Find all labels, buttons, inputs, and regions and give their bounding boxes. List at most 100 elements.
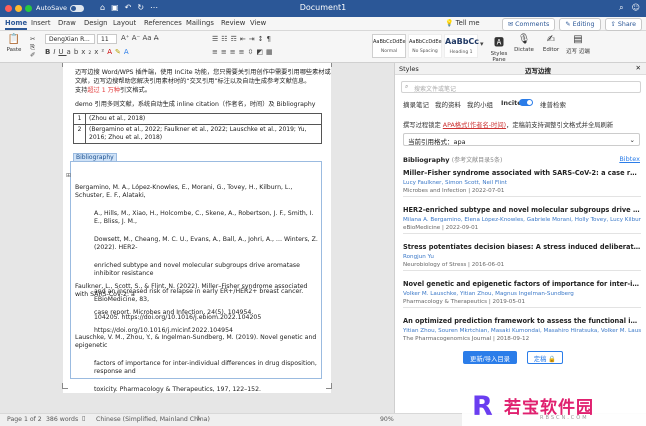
change-case-icon[interactable]: Aa [142,34,151,42]
reference-card[interactable]: Stress potentiates decision biases: A st… [403,243,641,271]
style-heading-1[interactable]: AaBbCc Heading 1 [444,34,479,58]
shading-icon[interactable]: ◩ [256,48,266,56]
dictate-button[interactable]: 🎙 Dictate [512,34,536,53]
shrink-font-icon[interactable]: A⁻ [132,34,140,42]
editing-button[interactable]: ✎ Editing [559,18,601,31]
highlight-icon[interactable]: ✎ [115,48,124,56]
tab-references[interactable]: References [144,19,182,27]
format-painter-icon[interactable]: ✐ [30,51,35,59]
grow-font-icon[interactable]: A⁺ [121,34,129,42]
text-effects-icon[interactable]: A [124,48,132,56]
weipu-search[interactable]: 维普检索 [540,99,566,109]
zoom-level[interactable]: 90% [380,416,394,423]
paste-button[interactable]: 📋 Paste [2,34,26,53]
logo-mark: R [472,391,493,422]
incite-toggle[interactable] [519,99,533,107]
ribbon: 📋 Paste ✂ ⎘ ✐ DengXian R... 11 A⁺ A⁻ Aa … [0,31,646,63]
styles-pane-button[interactable]: 🅰 Styles Pane [487,34,511,63]
underline-icon[interactable]: U [58,48,66,56]
finalize-button[interactable]: 定稿 🔒 [527,351,563,364]
update-import-button[interactable]: 更新/导入目录 [463,351,517,364]
decrease-indent-icon[interactable]: ⇤ [240,35,249,43]
tab-insert[interactable]: Insert [31,19,51,27]
cut-icon[interactable]: ✂ [30,35,35,43]
comments-button[interactable]: ✉ Comments [501,18,556,31]
multilevel-list-icon[interactable]: ☶ [231,35,240,43]
account-icon[interactable]: ☺ [632,3,640,13]
reference-card[interactable]: HER2-enriched subtype and novel molecula… [403,206,641,234]
bib-count: (参考文献目录5条) [451,157,503,164]
bullets-icon[interactable]: ☰ [212,35,221,43]
ribbon-tabs: Home Insert Draw Design Layout Reference… [0,17,646,31]
justify-icon[interactable]: ≡ [239,48,248,56]
panel-title: 迈写边搜 [525,67,551,75]
editor-button[interactable]: ✍ Editor [539,34,563,53]
tell-me-search[interactable]: 💡 Tell me [445,19,480,27]
bibliography-entry: Faulkner, L., Scott, S., & Flint, N. (20… [75,283,320,335]
tab-design[interactable]: Design [84,19,107,27]
inline-citation[interactable]: (Bergamino et al., 2022; Faulkner et al.… [85,124,322,144]
page-count[interactable]: Page 1 of 2 [7,416,42,423]
source-my-group[interactable]: 我的小组 [467,99,493,109]
editor-label: Editor [542,47,560,53]
bibtex-link[interactable]: Bibtex [619,155,640,163]
inline-citation[interactable]: (Zhou et al., 2018) [85,113,322,125]
show-marks-icon[interactable]: ¶ [266,35,273,43]
font-size-select[interactable]: 11 [97,34,117,44]
style-no-spacing[interactable]: AaBbCcDdEe No Spacing [408,34,442,58]
intro-paragraph-line3: 支持超过 1 万种引文格式。 [75,87,151,95]
maixie-addin-button[interactable]: ▤ 迈写 迈端 [566,34,590,55]
language-status[interactable]: Chinese (Simplified, Mainland China) [96,416,210,423]
citation-style-select[interactable]: 当前引用格式：apa ⌄ [403,133,640,146]
copy-icon[interactable]: ⎘ [30,43,35,51]
tell-me-label: Tell me [455,19,480,27]
tab-home[interactable]: Home [5,19,28,30]
reference-card[interactable]: An optimized prediction framework to ass… [403,317,641,344]
numbering-icon[interactable]: ☷ [221,35,230,43]
paragraph-buttons-row2: ≡≡≡≡⇳◩▦ [212,48,276,56]
search-icon[interactable]: ⌕ [619,3,623,13]
style-label: 当前引用格式： [408,138,454,146]
field-handle-icon[interactable]: ⊞ [66,172,71,179]
card-journal: Neurobiology of Stress | 2016-06-01 [403,262,505,268]
styles-gallery-more[interactable]: ▾ [480,40,484,48]
font-color-icon[interactable]: A [107,48,115,56]
reference-card[interactable]: Miller–Fisher syndrome associated with S… [403,169,641,197]
word-count[interactable]: 386 words [46,416,78,423]
source-notes[interactable]: 摘录笔记 [403,99,429,109]
tab-layout[interactable]: Layout [113,19,136,27]
tab-draw[interactable]: Draw [58,19,76,27]
align-center-icon[interactable]: ≡ [221,48,230,56]
source-my-materials[interactable]: 我的资料 [435,99,461,109]
align-left-icon[interactable]: ≡ [212,48,221,56]
search-input[interactable]: ⌕ 搜索文件或笔记 [401,81,641,93]
card-authors: Lucy Faulkner, Simon Scott, Neil Flint [403,180,507,186]
tab-view[interactable]: View [250,19,266,27]
format-link[interactable]: APA格式(作者名-时间) [443,122,506,129]
lock-icon: 🔒 [548,356,557,363]
strikethrough-icon[interactable]: ab [67,48,82,56]
tab-mailings[interactable]: Mailings [186,19,214,27]
superscript-icon[interactable]: x² [94,48,107,56]
font-name-select[interactable]: DengXian R... [45,34,95,44]
share-button[interactable]: ⇪ Share [604,18,642,31]
intro-paragraph-line2: 文献，迈写边搜帮助您解决引用素材时的“交叉引用”标注以及自动生成参考文献信息。 [75,78,311,85]
support-suffix: 引文格式。 [120,87,151,94]
close-icon[interactable]: ✕ [636,64,641,72]
borders-icon[interactable]: ▦ [266,48,276,56]
style-normal[interactable]: AaBbCcDdEe Normal [372,34,406,58]
proofing-icon[interactable]: ▯ [82,415,85,422]
tab-review[interactable]: Review [221,19,245,27]
align-right-icon[interactable]: ≡ [230,48,239,56]
reference-card[interactable]: Novel genetic and epigenetic factors of … [403,280,641,308]
clear-format-icon[interactable]: A̶ [154,34,159,42]
accessibility-icon[interactable]: ♿ [196,415,202,422]
logo-url: RBSCN.COM [540,415,589,421]
styles-pane-tab[interactable]: Styles [399,65,419,73]
lightbulb-icon: 💡 [445,19,454,27]
intro-paragraph-line1: 迈写边搜 Word/WPS 插件端，使用 InCite 功能，您只需要关引用创作… [75,69,331,76]
crop-mark [62,63,68,67]
increase-indent-icon[interactable]: ⇥ [249,35,258,43]
subscript-icon[interactable]: x₂ [81,48,94,56]
watermark-logo: R 若宝软件园 RBSCN.COM [462,387,646,426]
